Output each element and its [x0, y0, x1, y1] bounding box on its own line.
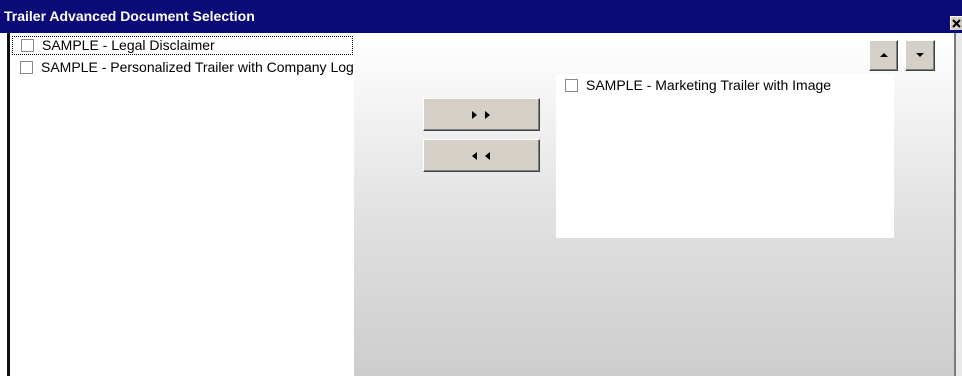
available-item-personalized-trailer[interactable]: SAMPLE - Personalized Trailer with Compa…: [11, 58, 354, 77]
available-documents-list[interactable]: SAMPLE - Legal Disclaimer SAMPLE - Perso…: [11, 36, 354, 376]
selected-documents-list[interactable]: SAMPLE - Marketing Trailer with Image: [556, 74, 894, 238]
available-item-checkbox[interactable]: [20, 61, 33, 74]
remove-document-button[interactable]: [423, 139, 540, 172]
triangle-down-icon: [916, 53, 924, 57]
available-item-checkbox[interactable]: [21, 39, 34, 52]
double-left-arrow-icon: [472, 152, 490, 160]
selected-item-marketing-trailer[interactable]: SAMPLE - Marketing Trailer with Image: [556, 76, 894, 95]
title-bar[interactable]: Trailer Advanced Document Selection: [0, 0, 962, 33]
move-up-button[interactable]: [869, 40, 898, 71]
close-x-icon: [952, 19, 961, 28]
add-document-button[interactable]: [423, 98, 540, 131]
selected-item-checkbox[interactable]: [565, 79, 578, 92]
close-button[interactable]: [950, 16, 962, 30]
available-item-label: SAMPLE - Legal Disclaimer: [42, 37, 215, 53]
triangle-up-icon: [880, 53, 888, 57]
available-item-label: SAMPLE - Personalized Trailer with Compa…: [41, 59, 354, 75]
right-window-border: [954, 33, 962, 376]
window-title: Trailer Advanced Document Selection: [4, 8, 255, 24]
available-item-legal-disclaimer[interactable]: SAMPLE - Legal Disclaimer: [12, 36, 353, 55]
document-selection-window: Trailer Advanced Document Selection SAMP…: [0, 0, 962, 376]
move-down-button[interactable]: [905, 40, 935, 71]
double-right-arrow-icon: [472, 111, 490, 119]
selected-item-label: SAMPLE - Marketing Trailer with Image: [586, 77, 832, 93]
left-window-border: [0, 33, 11, 376]
